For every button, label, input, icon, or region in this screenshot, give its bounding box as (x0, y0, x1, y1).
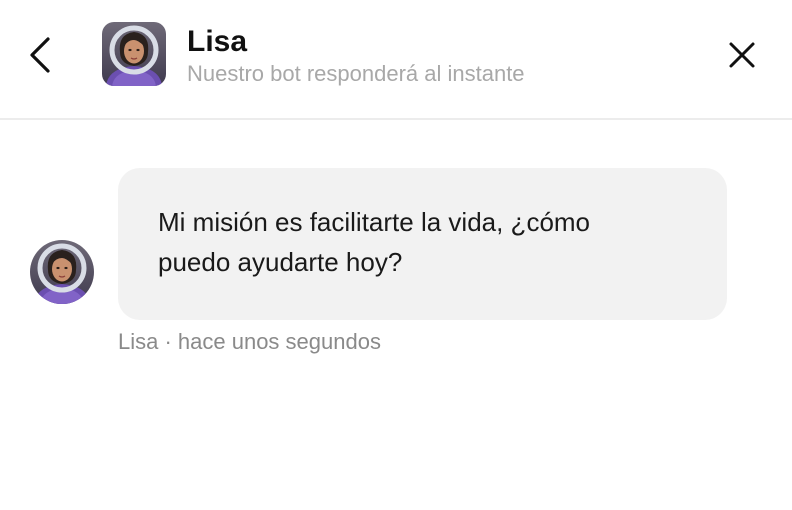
message-text: Mi misión es facilitarte la vida, ¿cómo … (158, 207, 591, 277)
message-bubble: Mi misión es facilitarte la vida, ¿cómo … (118, 168, 727, 320)
header-title: Lisa (187, 25, 248, 58)
chat-window: Lisa Nuestro bot responderá al instante (0, 0, 792, 510)
message-avatar (30, 240, 94, 304)
chat-header: Lisa Nuestro bot responderá al instante (0, 0, 792, 120)
header-subtitle: Nuestro bot responderá al instante (187, 61, 525, 86)
close-button[interactable] (720, 33, 764, 77)
chevron-left-icon (30, 37, 50, 73)
bot-avatar (102, 22, 166, 86)
message-meta: Lisa · hace unos segundos (118, 329, 381, 354)
message-item: Mi misión es facilitarte la vida, ¿cómo … (0, 168, 792, 368)
back-button[interactable] (20, 32, 60, 78)
close-icon (729, 42, 755, 68)
